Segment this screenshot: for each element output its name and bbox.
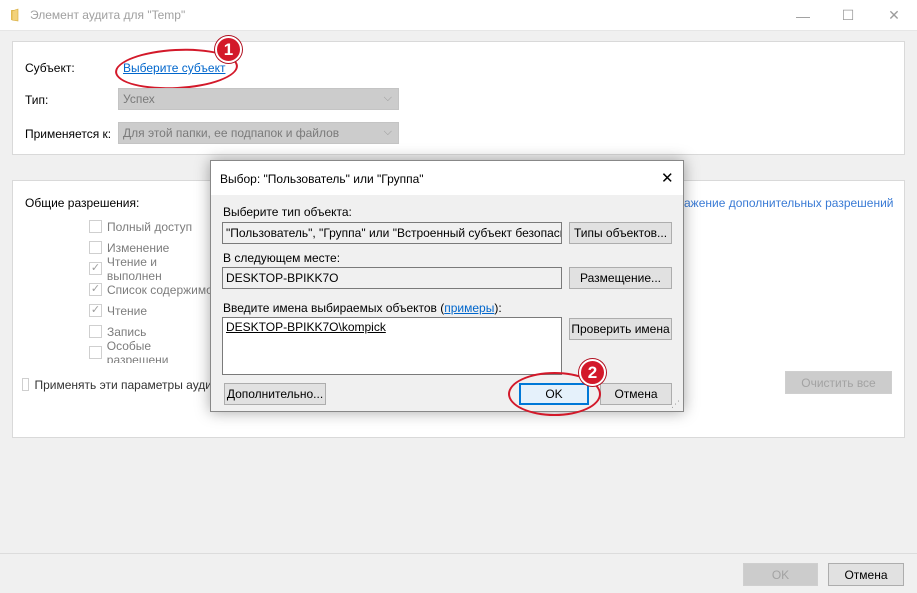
- permissions-heading: Общие разрешения:: [25, 196, 140, 210]
- checkbox[interactable]: [89, 241, 102, 254]
- object-type-label: Выберите тип объекта:: [223, 205, 352, 219]
- dialog-close-icon[interactable]: ✕: [661, 169, 674, 187]
- resize-grip-icon[interactable]: ⋰: [671, 399, 680, 410]
- check-icon[interactable]: ✓: [89, 283, 102, 296]
- window-title: Элемент аудита для "Temp": [30, 8, 186, 22]
- examples-link[interactable]: примеры: [444, 301, 494, 315]
- permissions-list: Полный доступ Изменение ✓ Чтение и выполн…: [89, 216, 214, 363]
- permission-special[interactable]: Особые разрешени: [89, 339, 214, 363]
- check-icon[interactable]: ✓: [89, 304, 102, 317]
- apply-to-children-checkbox[interactable]: Применять эти параметры ауди: [22, 374, 212, 395]
- dialog-titlebar: Выбор: "Пользователь" или "Группа" ✕: [211, 161, 683, 195]
- applies-to-label: Применяется к:: [25, 127, 112, 141]
- chevron-down-icon: ⌵: [383, 126, 392, 138]
- object-types-button[interactable]: Типы объектов...: [569, 222, 672, 244]
- clear-all-button[interactable]: Очистить все: [785, 371, 892, 394]
- object-names-value: DESKTOP-BPIKK7O\kompick: [226, 320, 386, 334]
- object-names-input[interactable]: DESKTOP-BPIKK7O\kompick: [222, 317, 562, 375]
- folder-icon: [11, 8, 19, 22]
- permission-full-control[interactable]: Полный доступ: [89, 216, 214, 237]
- locations-button[interactable]: Размещение...: [569, 267, 672, 289]
- dialog-title: Выбор: "Пользователь" или "Группа": [220, 172, 424, 186]
- permission-list-contents[interactable]: ✓ Список содержимо: [89, 279, 214, 300]
- location-field: DESKTOP-BPIKK7O: [222, 267, 562, 289]
- checkbox[interactable]: [89, 325, 102, 338]
- type-label: Тип:: [25, 93, 49, 107]
- checkbox[interactable]: [22, 378, 30, 391]
- close-button[interactable]: ✕: [871, 0, 917, 31]
- minimize-button[interactable]: —: [780, 0, 826, 31]
- annotation-badge-2: 2: [579, 359, 606, 386]
- check-icon[interactable]: ✓: [89, 262, 102, 275]
- applies-to-value: Для этой папки, ее подпапок и файлов: [123, 126, 340, 140]
- maximize-icon: ☐: [841, 7, 855, 23]
- minimize-icon: —: [796, 7, 810, 24]
- checkbox[interactable]: [89, 220, 102, 233]
- show-advanced-permissions-link[interactable]: ажение дополнительных разрешений: [684, 196, 894, 210]
- location-label: В следующем месте:: [223, 251, 341, 265]
- subject-label: Субъект:: [25, 61, 75, 75]
- close-icon: ✕: [888, 7, 900, 23]
- dialog-cancel-button[interactable]: Отмена: [600, 383, 672, 405]
- advanced-button[interactable]: Дополнительно...: [224, 383, 326, 405]
- type-dropdown[interactable]: Успех ⌵: [118, 88, 399, 110]
- permission-read[interactable]: ✓ Чтение: [89, 300, 214, 321]
- chevron-down-icon: ⌵: [383, 92, 392, 104]
- window-titlebar: Элемент аудита для "Temp" — ☐ ✕: [0, 0, 917, 31]
- object-type-field: "Пользователь", "Группа" или "Встроенный…: [222, 222, 562, 244]
- check-names-button[interactable]: Проверить имена: [569, 318, 672, 340]
- footer-cancel-button[interactable]: Отмена: [828, 563, 904, 586]
- type-value: Успех: [123, 92, 155, 106]
- select-user-group-dialog: Выбор: "Пользователь" или "Группа" ✕ Выб…: [210, 160, 684, 412]
- maximize-button[interactable]: ☐: [825, 0, 871, 31]
- checkbox[interactable]: [89, 346, 102, 359]
- applies-to-dropdown[interactable]: Для этой папки, ее подпапок и файлов ⌵: [118, 122, 399, 144]
- annotation-badge-1: 1: [215, 36, 242, 63]
- permission-read-execute[interactable]: ✓ Чтение и выполнен: [89, 255, 214, 283]
- object-names-label: Введите имена выбираемых объектов (приме…: [223, 301, 502, 315]
- footer-ok-button[interactable]: OK: [743, 563, 818, 586]
